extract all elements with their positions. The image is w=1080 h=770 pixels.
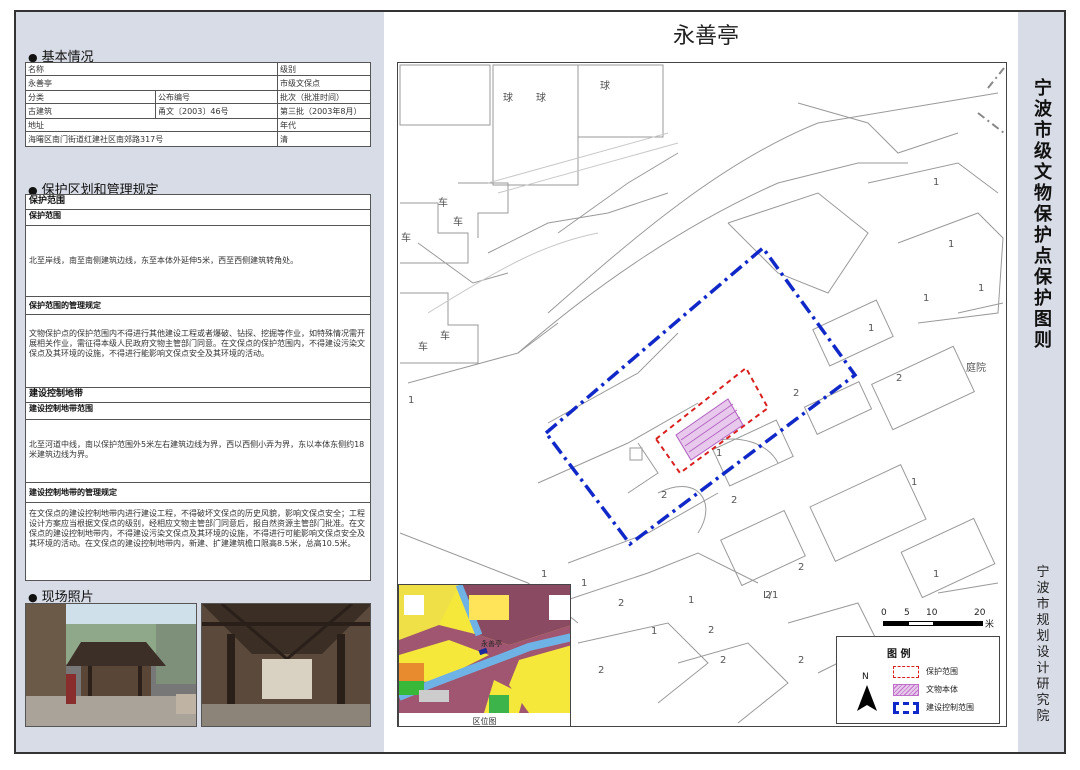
legend-title: 图 例 xyxy=(887,649,911,660)
legend-label-protection: 保护范围 xyxy=(926,667,958,676)
map-number-2b: 2 xyxy=(793,388,799,399)
map-label-car-2: 车 xyxy=(453,215,463,228)
address-label: 地址 xyxy=(25,118,278,132)
map-number-1d: 1 xyxy=(923,293,929,304)
scale-tick-5: 5 xyxy=(904,608,910,618)
scale-tick-0: 0 xyxy=(881,608,887,618)
sheet-title-vertical: 宁波市级文物保护点保护图则 xyxy=(1034,78,1052,351)
control-range-label: 建设控制地带范围 xyxy=(26,403,370,420)
batch-value: 第三批（2003年8月） xyxy=(277,103,371,119)
doc-label: 公布编号 xyxy=(155,90,278,104)
map-label-ball-1: 球 xyxy=(503,91,513,104)
category-label: 分类 xyxy=(25,90,156,104)
map-number-2g: 2 xyxy=(618,598,624,609)
map-label-courtyard: 庭院 xyxy=(966,361,986,374)
north-label: N xyxy=(862,672,869,682)
heritage-body xyxy=(675,398,744,461)
org-name-vertical: 宁波市规划设计研究院 xyxy=(1036,565,1050,724)
map-number-1a: 1 xyxy=(933,177,939,188)
map-number-1k: 1 xyxy=(651,626,657,637)
control-range-text: 北至河道中线，南以保护范围外5米左右建筑边线为界，西以西侧小弄为界，东以本体东侧… xyxy=(26,420,370,483)
legend-label-heritage: 文物本体 xyxy=(926,685,958,694)
legend-swatch-protection xyxy=(893,666,919,678)
scale-tick-10: 10 xyxy=(926,608,938,618)
map-number-1i: 1 xyxy=(541,569,547,580)
map-number-2j: 2 xyxy=(598,665,604,676)
map-number-1j: 1 xyxy=(688,595,694,606)
map-label-ball-2: 球 xyxy=(536,91,546,104)
scale-tick-20: 20 xyxy=(974,608,986,618)
inset-caption: 区位图 xyxy=(472,717,497,726)
protect-mgmt-label: 保护范围的管理规定 xyxy=(26,297,370,315)
protect-title: 保护范围 xyxy=(26,195,370,210)
map-title: 永善亭 xyxy=(672,24,739,49)
scale-bar: 0 5 10 20 米 xyxy=(881,608,1006,638)
map-number-1e: 1 xyxy=(868,323,874,334)
name-value: 永善亭 xyxy=(25,75,278,91)
map-legend: 图 例 N 保护范围 文物本体 建设控制范围 xyxy=(836,636,1000,724)
map-label-car-4: 车 xyxy=(440,329,450,342)
legend-label-control: 建设控制范围 xyxy=(926,703,974,712)
map-number-2a: 2 xyxy=(896,373,902,384)
map-number-1c: 1 xyxy=(978,283,984,294)
map-number-2h: 2 xyxy=(708,625,714,636)
control-title: 建设控制地带 xyxy=(26,388,370,403)
north-arrow-icon xyxy=(857,685,877,711)
corner-boundary xyxy=(977,67,1005,134)
control-mgmt-label: 建设控制地带的管理规定 xyxy=(26,483,370,503)
inset-site-tag: 永善亭 xyxy=(481,640,502,648)
doc-value: 甬文〔2003〕46号 xyxy=(155,103,278,119)
era-value: 清 xyxy=(277,131,371,147)
map-number-2d: 2 xyxy=(731,495,737,506)
level-value: 市级文保点 xyxy=(277,75,371,91)
protect-range-text: 北至岸线，南至南侧建筑边线，东至本体外延伸5米，西至西侧建筑转角处。 xyxy=(26,226,370,297)
basic-info-table: 名称 级别 永善亭 市级文保点 分类 公布编号 批次（批准时间） 古建筑 甬文〔2003〕… xyxy=(25,62,371,147)
rules-table: 保护范围 保护范围 北至岸线，南至南侧建筑边线，东至本体外延伸5米，西至西侧建筑… xyxy=(25,194,371,581)
map-number-1b: 1 xyxy=(948,239,954,250)
batch-label: 批次（批准时间） xyxy=(277,90,371,104)
legend-swatch-heritage xyxy=(893,684,919,696)
control-mgmt-text: 在文保点的建设控制地带内进行建设工程，不得破坏文保点的历史风貌，影响文保点安全；… xyxy=(29,509,365,548)
map-number-2i: 2 xyxy=(798,655,804,666)
address-value: 海曙区南门街道红建社区南郊路317号 xyxy=(25,131,278,147)
map-number-2e: 2 xyxy=(798,562,804,573)
map-number-1h: 1 xyxy=(933,569,939,580)
protect-range-label: 保护范围 xyxy=(26,210,370,226)
site-photo-exterior xyxy=(25,603,197,727)
map-label-ball-3: 球 xyxy=(600,79,610,92)
level-label: 级别 xyxy=(277,62,371,76)
era-label: 年代 xyxy=(277,118,371,132)
scale-unit: 米 xyxy=(985,620,995,630)
map-number-1f: 1 xyxy=(716,448,722,459)
map-number-1g: 1 xyxy=(911,477,917,488)
protect-mgmt-text: 文物保护点的保护范围内不得进行其他建设工程或者爆破、钻探、挖掘等作业，如特殊情况… xyxy=(26,315,370,388)
road-lines xyxy=(427,132,679,314)
map-label-car-1: 车 xyxy=(438,196,448,209)
map-label-car-5: 车 xyxy=(418,340,428,353)
map-number-2c: 2 xyxy=(661,490,667,501)
category-value: 古建筑 xyxy=(25,103,156,119)
legend-swatch-control xyxy=(893,702,919,714)
map-label-l1: L/1 xyxy=(763,590,778,601)
site-photo-interior xyxy=(201,603,371,727)
name-label: 名称 xyxy=(25,62,278,76)
location-inset: 永善亭 区位图 xyxy=(398,584,571,726)
map-number-1n: 1 xyxy=(408,395,414,406)
map-label-car-3: 车 xyxy=(401,231,411,244)
map-number-2k: 2 xyxy=(720,655,726,666)
map-number-1l: 1 xyxy=(581,578,587,589)
site-map: 球 球 球 车 车 车 车 车 庭院 1 1 1 1 1 2 2 1 2 2 1… xyxy=(397,62,1007,727)
